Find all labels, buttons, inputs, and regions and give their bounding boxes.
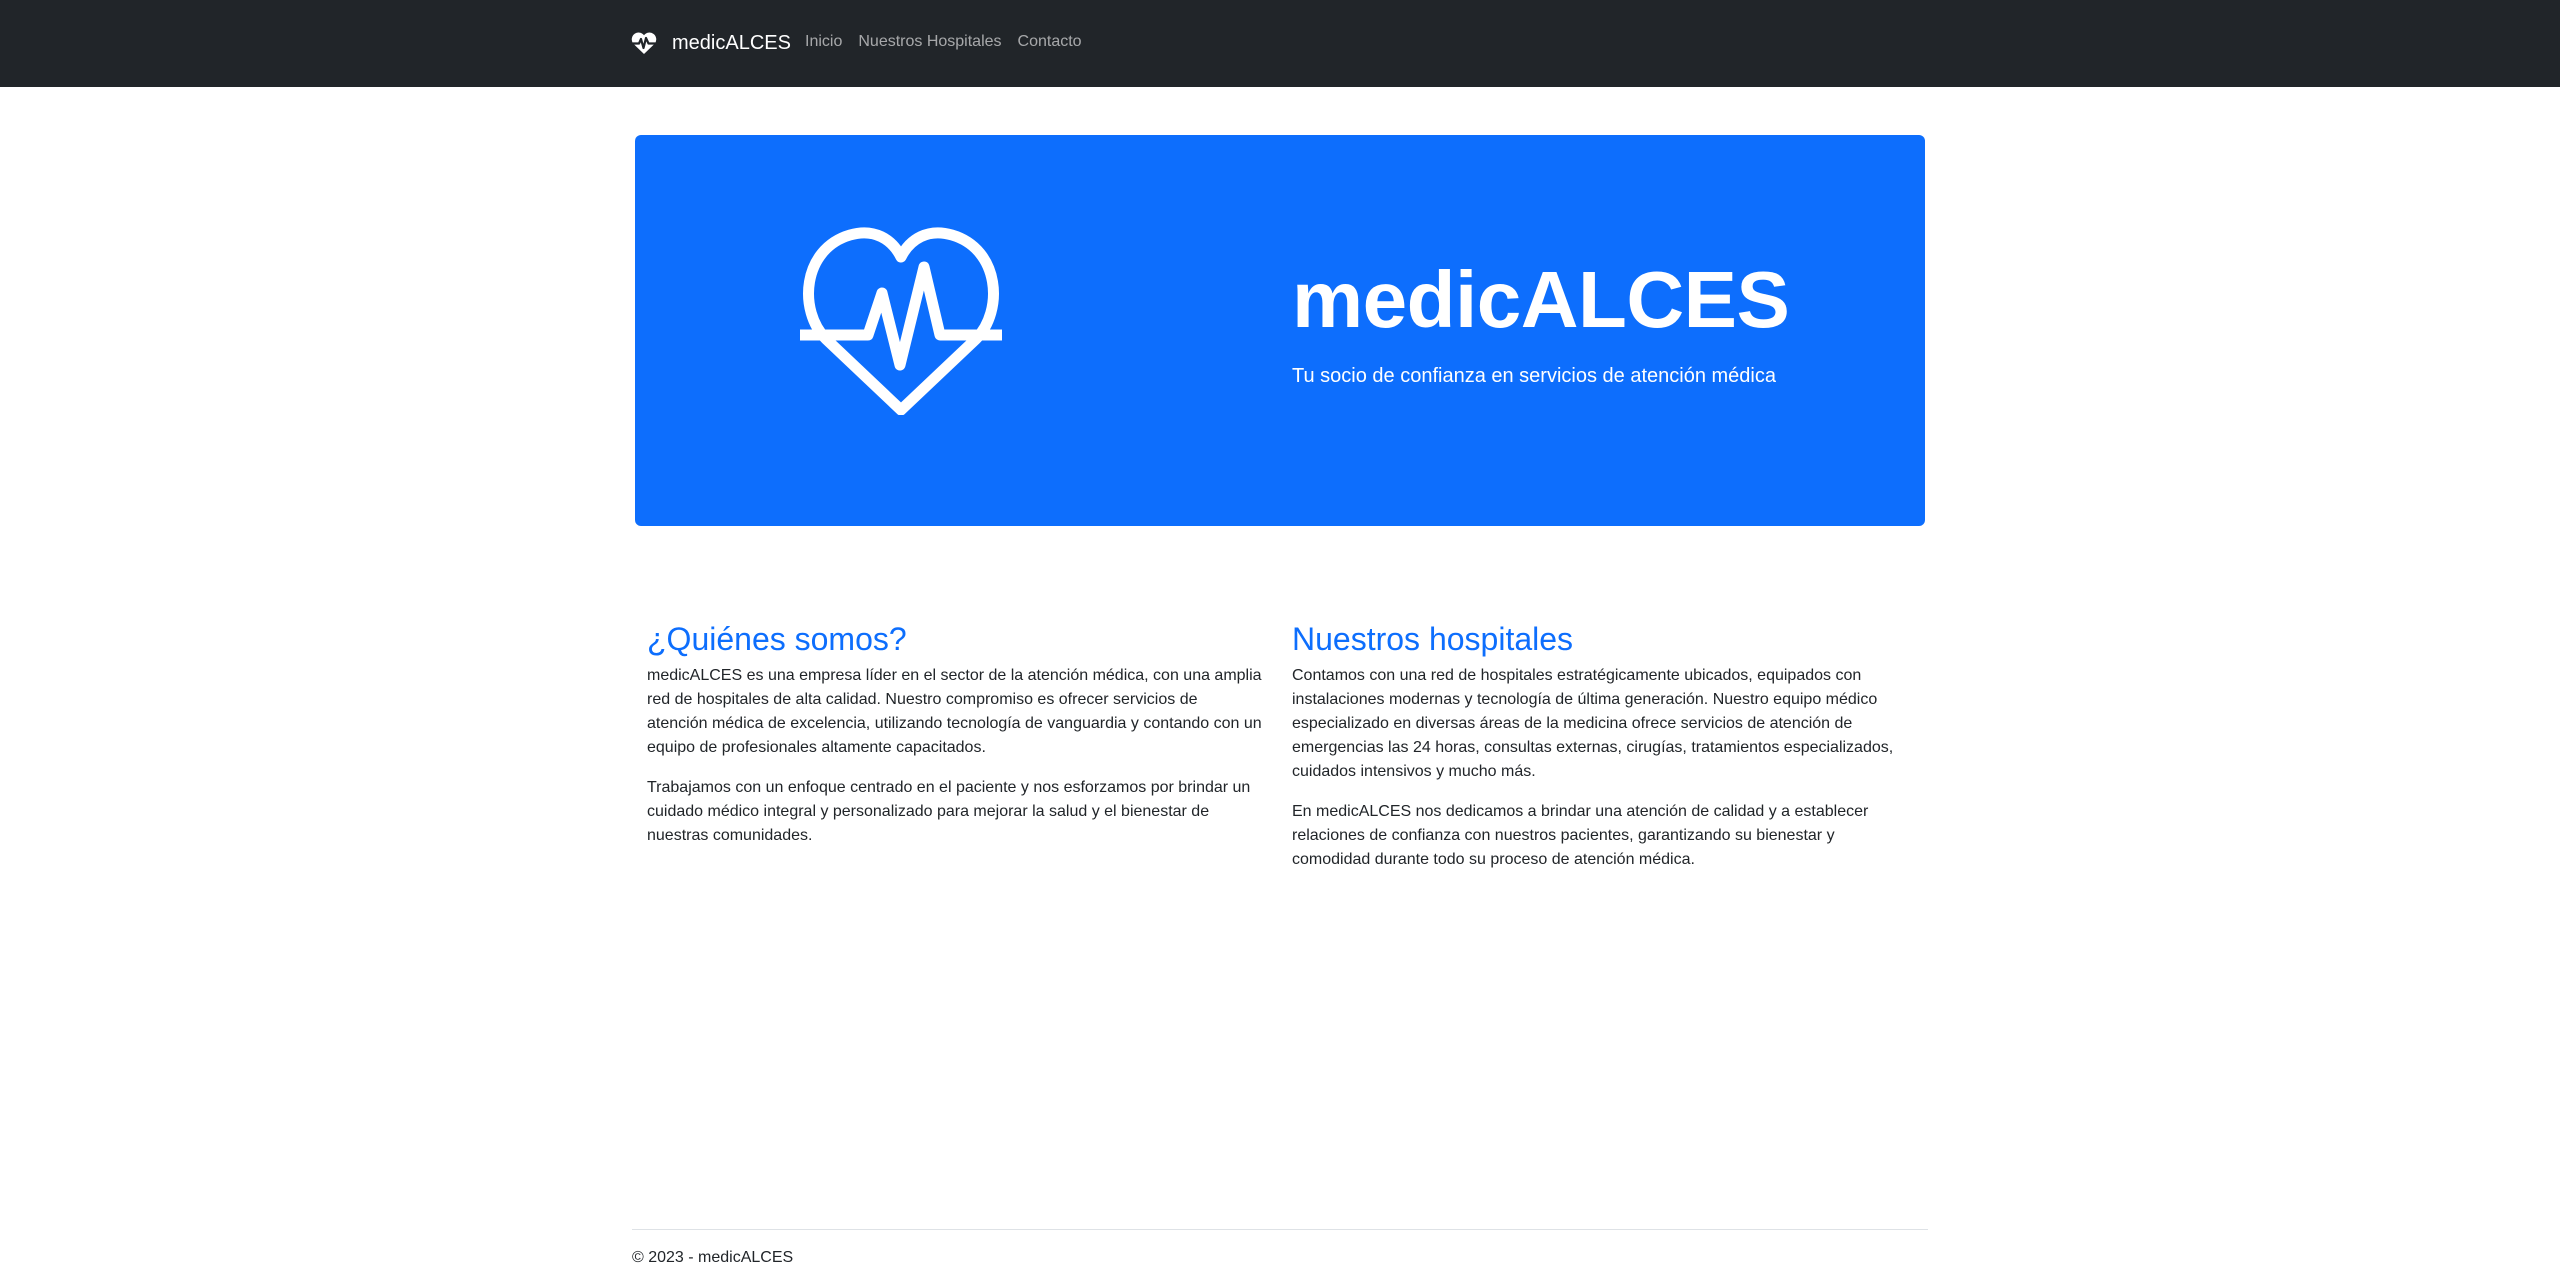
heart-pulse-icon — [800, 227, 1002, 415]
about-heading: ¿Quiénes somos? — [647, 621, 907, 657]
nav-link-hospitales[interactable]: Nuestros Hospitales — [858, 30, 1001, 54]
nav-link-contacto[interactable]: Contacto — [1018, 30, 1082, 54]
nav-links: Inicio Nuestros Hospitales Contacto — [805, 30, 1082, 54]
hospitals-paragraph: Contamos con una red de hospitales estra… — [1292, 667, 1894, 781]
nav-link-inicio[interactable]: Inicio — [805, 30, 842, 54]
about-section: ¿Quiénes somos? medicALCES es una empres… — [647, 620, 1262, 864]
hospitals-heading: Nuestros hospitales — [1292, 621, 1574, 657]
footer-divider — [632, 1229, 1928, 1230]
heart-pulse-icon — [630, 29, 658, 57]
hero-subtitle: Tu socio de confianza en servicios de at… — [1292, 365, 1776, 387]
top-navbar: medicALCES Inicio Nuestros Hospitales Co… — [0, 0, 2560, 87]
hero-title: medicALCES — [1292, 255, 1790, 344]
about-paragraph: Trabajamos con un enfoque centrado en el… — [647, 779, 1251, 845]
hospitals-paragraph: En medicALCES nos dedicamos a brindar un… — [1292, 803, 1869, 869]
brand-name: medicALCES — [672, 32, 791, 54]
brand-link[interactable]: medicALCES — [630, 28, 791, 58]
hero-banner: medicALCES Tu socio de confianza en serv… — [635, 135, 1925, 526]
hospitals-section: Nuestros hospitales Contamos con una red… — [1292, 620, 1907, 888]
about-paragraph: medicALCES es una empresa líder en el se… — [647, 667, 1262, 757]
footer-copyright: © 2023 - medicALCES — [632, 1249, 794, 1266]
